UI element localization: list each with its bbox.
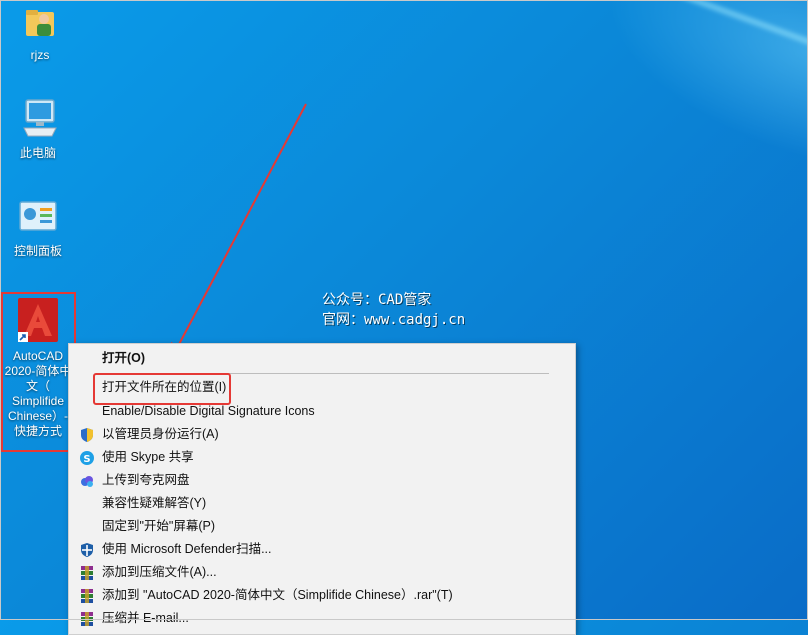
menu-item-label: 以管理员身份运行(A) <box>102 427 219 441</box>
menu-item-quark-upload[interactable]: 上传到夸克网盘 <box>69 469 575 492</box>
menu-item-label: 固定到"开始"屏幕(P) <box>102 519 216 533</box>
menu-item-label: 使用 Skype 共享 <box>102 450 194 464</box>
winrar-icon <box>81 612 93 626</box>
menu-item-label: 添加到压缩文件(A)... <box>102 565 217 579</box>
menu-item-label: 兼容性疑难解答(Y) <box>102 496 207 510</box>
cloud-icon <box>81 476 93 487</box>
menu-item-compress-email[interactable]: 压缩并 E-mail... <box>69 607 575 630</box>
menu-item-label: 添加到 "AutoCAD 2020-简体中文（Simplifide Chines… <box>102 588 453 602</box>
menu-item-defender-scan[interactable]: 使用 Microsoft Defender扫描... <box>69 538 575 561</box>
menu-item-pin-to-start[interactable]: 固定到"开始"屏幕(P) <box>69 515 575 538</box>
open-location-highlight-box <box>93 373 231 405</box>
menu-item-label: 使用 Microsoft Defender扫描... <box>102 542 272 556</box>
skype-icon: S <box>80 451 94 465</box>
winrar-icon <box>81 589 93 603</box>
menu-item-add-to-rar[interactable]: 添加到 "AutoCAD 2020-简体中文（Simplifide Chines… <box>69 584 575 607</box>
menu-item-label: 压缩并 E-mail... <box>102 611 189 625</box>
menu-item-label: 上传到夸克网盘 <box>102 473 190 487</box>
winrar-icon <box>81 566 93 580</box>
svg-text:S: S <box>83 454 90 465</box>
menu-item-run-as-admin[interactable]: 以管理员身份运行(A) <box>69 423 575 446</box>
menu-item-compatibility[interactable]: 兼容性疑难解答(Y) <box>69 492 575 515</box>
menu-item-open[interactable]: 打开(O) <box>69 347 575 370</box>
menu-item-skype-share[interactable]: S 使用 Skype 共享 <box>69 446 575 469</box>
shield-icon <box>81 428 93 442</box>
defender-icon <box>81 543 93 557</box>
menu-item-label: 打开(O) <box>102 351 146 365</box>
menu-item-add-to-archive[interactable]: 添加到压缩文件(A)... <box>69 561 575 584</box>
context-menu: 打开(O) 打开文件所在的位置(I) Enable/Disable Digita… <box>68 343 576 635</box>
